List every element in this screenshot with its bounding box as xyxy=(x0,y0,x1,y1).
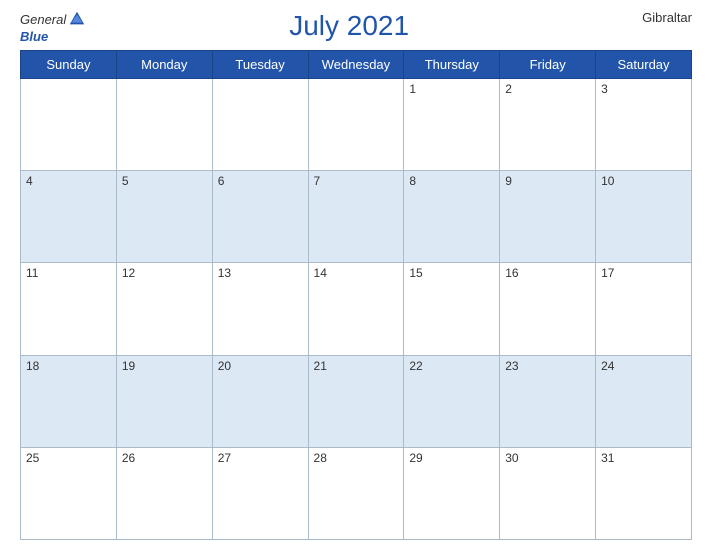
calendar-cell-w4-d2: 19 xyxy=(116,355,212,447)
day-number: 9 xyxy=(505,174,512,188)
calendar-cell-w4-d4: 21 xyxy=(308,355,404,447)
header-thursday: Thursday xyxy=(404,51,500,79)
calendar-cell-w4-d3: 20 xyxy=(212,355,308,447)
day-number: 10 xyxy=(601,174,614,188)
day-number: 25 xyxy=(26,451,39,465)
calendar-cell-w1-d3 xyxy=(212,79,308,171)
day-number: 7 xyxy=(314,174,321,188)
header-tuesday: Tuesday xyxy=(212,51,308,79)
day-number: 24 xyxy=(601,359,614,373)
calendar-cell-w4-d7: 24 xyxy=(596,355,692,447)
calendar-cell-w3-d1: 11 xyxy=(21,263,117,355)
calendar-cell-w1-d4 xyxy=(308,79,404,171)
calendar-cell-w3-d4: 14 xyxy=(308,263,404,355)
header-monday: Monday xyxy=(116,51,212,79)
calendar-cell-w1-d6: 2 xyxy=(500,79,596,171)
header-sunday: Sunday xyxy=(21,51,117,79)
day-number: 30 xyxy=(505,451,518,465)
calendar-cell-w2-d1: 4 xyxy=(21,171,117,263)
week-row-3: 11 12 13 14 15 16 17 xyxy=(21,263,692,355)
calendar-cell-w4-d6: 23 xyxy=(500,355,596,447)
calendar-cell-w3-d7: 17 xyxy=(596,263,692,355)
logo-general-text: General xyxy=(20,12,66,27)
calendar-table: Sunday Monday Tuesday Wednesday Thursday… xyxy=(20,50,692,540)
calendar-header: General Blue July 2021 Gibraltar xyxy=(20,10,692,46)
calendar-cell-w1-d1 xyxy=(21,79,117,171)
logo-area: General Blue xyxy=(20,10,86,46)
day-number: 26 xyxy=(122,451,135,465)
day-number: 12 xyxy=(122,266,135,280)
day-number: 27 xyxy=(218,451,231,465)
day-number: 14 xyxy=(314,266,327,280)
logo-blue-text: Blue xyxy=(20,29,48,44)
calendar-cell-w5-d6: 30 xyxy=(500,447,596,539)
day-number: 6 xyxy=(218,174,225,188)
weekday-header-row: Sunday Monday Tuesday Wednesday Thursday… xyxy=(21,51,692,79)
calendar-cell-w1-d5: 1 xyxy=(404,79,500,171)
calendar-cell-w5-d1: 25 xyxy=(21,447,117,539)
calendar-cell-w3-d2: 12 xyxy=(116,263,212,355)
calendar-cell-w1-d2 xyxy=(116,79,212,171)
calendar-cell-w3-d6: 16 xyxy=(500,263,596,355)
calendar-cell-w4-d1: 18 xyxy=(21,355,117,447)
calendar-cell-w5-d7: 31 xyxy=(596,447,692,539)
day-number: 1 xyxy=(409,82,416,96)
header-friday: Friday xyxy=(500,51,596,79)
calendar-cell-w5-d5: 29 xyxy=(404,447,500,539)
week-row-5: 25 26 27 28 29 30 31 xyxy=(21,447,692,539)
day-number: 3 xyxy=(601,82,608,96)
day-number: 31 xyxy=(601,451,614,465)
day-number: 28 xyxy=(314,451,327,465)
calendar-cell-w3-d3: 13 xyxy=(212,263,308,355)
day-number: 20 xyxy=(218,359,231,373)
day-number: 18 xyxy=(26,359,39,373)
day-number: 21 xyxy=(314,359,327,373)
week-row-2: 4 5 6 7 8 9 10 xyxy=(21,171,692,263)
header-saturday: Saturday xyxy=(596,51,692,79)
logo-icon xyxy=(68,10,86,28)
calendar-cell-w2-d2: 5 xyxy=(116,171,212,263)
day-number: 15 xyxy=(409,266,422,280)
calendar-cell-w2-d4: 7 xyxy=(308,171,404,263)
calendar-cell-w2-d6: 9 xyxy=(500,171,596,263)
day-number: 16 xyxy=(505,266,518,280)
calendar-cell-w3-d5: 15 xyxy=(404,263,500,355)
calendar-cell-w2-d3: 6 xyxy=(212,171,308,263)
day-number: 2 xyxy=(505,82,512,96)
header-wednesday: Wednesday xyxy=(308,51,404,79)
calendar-cell-w4-d5: 22 xyxy=(404,355,500,447)
calendar-title-area: July 2021 xyxy=(86,10,612,42)
country-label: Gibraltar xyxy=(612,10,692,25)
day-number: 19 xyxy=(122,359,135,373)
day-number: 22 xyxy=(409,359,422,373)
week-row-1: 1 2 3 xyxy=(21,79,692,171)
calendar-title: July 2021 xyxy=(289,10,409,41)
day-number: 4 xyxy=(26,174,33,188)
calendar-cell-w1-d7: 3 xyxy=(596,79,692,171)
calendar-cell-w2-d5: 8 xyxy=(404,171,500,263)
calendar-cell-w2-d7: 10 xyxy=(596,171,692,263)
calendar-cell-w5-d3: 27 xyxy=(212,447,308,539)
day-number: 13 xyxy=(218,266,231,280)
day-number: 23 xyxy=(505,359,518,373)
day-number: 8 xyxy=(409,174,416,188)
day-number: 17 xyxy=(601,266,614,280)
day-number: 11 xyxy=(26,266,38,280)
week-row-4: 18 19 20 21 22 23 24 xyxy=(21,355,692,447)
day-number: 29 xyxy=(409,451,422,465)
calendar-cell-w5-d2: 26 xyxy=(116,447,212,539)
calendar-cell-w5-d4: 28 xyxy=(308,447,404,539)
day-number: 5 xyxy=(122,174,129,188)
